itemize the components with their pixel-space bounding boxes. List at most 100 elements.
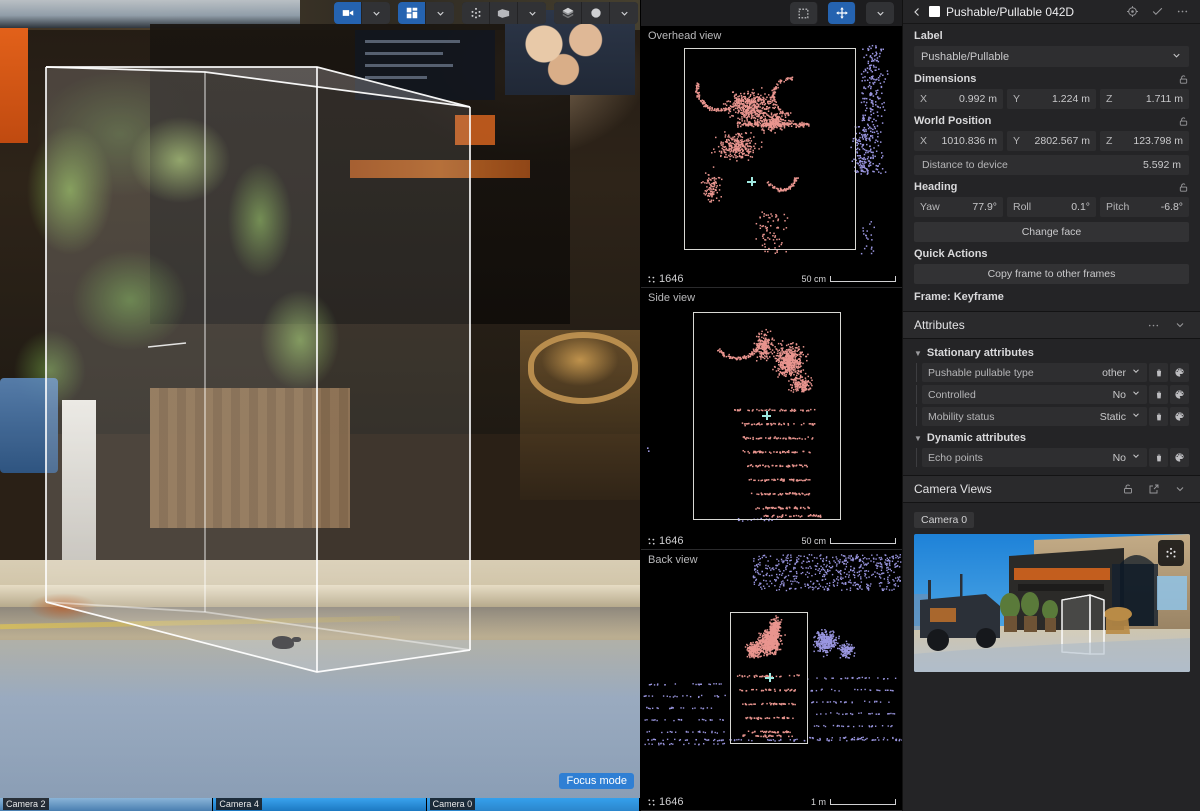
- dimensions-section: Dimensions X 0.992 m Y 1.224 m Z 1.711 m: [903, 67, 1200, 109]
- attributes-section-header[interactable]: Attributes: [903, 312, 1200, 338]
- filmstrip-item[interactable]: Camera 4: [213, 798, 427, 811]
- chevron-down-icon[interactable]: [1171, 319, 1189, 331]
- geometry-tool-group[interactable]: [462, 2, 546, 24]
- points-icon[interactable]: [1158, 540, 1184, 566]
- camera-views-section-header[interactable]: Camera Views: [903, 476, 1200, 502]
- attribute-mobility-status[interactable]: Mobility status Static: [922, 407, 1147, 426]
- camera-filmstrip[interactable]: Camera 2 Camera 4 Camera 0: [0, 798, 640, 811]
- world-position-y-field[interactable]: Y 2802.567 m: [1007, 131, 1096, 151]
- layout-tool-group[interactable]: [398, 2, 454, 24]
- object-color-swatch: [929, 6, 940, 17]
- label-value: Pushable/Pullable: [921, 50, 1010, 63]
- palette-icon[interactable]: [1170, 407, 1189, 426]
- caret-down-icon: ▼: [914, 348, 922, 358]
- palette-icon[interactable]: [1170, 385, 1189, 404]
- page-title: Pushable/Pullable 042D: [946, 4, 1075, 19]
- trash-icon[interactable]: [1149, 448, 1168, 467]
- yaw-field[interactable]: Yaw 77.9°: [914, 197, 1003, 217]
- dynamic-attributes-title[interactable]: ▼ Dynamic attributes: [914, 429, 1189, 448]
- filmstrip-item[interactable]: Camera 0: [426, 798, 640, 811]
- frame-status-text: Frame: Keyframe: [914, 291, 1004, 303]
- dimension-z-field[interactable]: Z 1.711 m: [1100, 89, 1189, 109]
- back-point-count: 1646: [647, 796, 683, 808]
- trash-icon[interactable]: [1149, 407, 1168, 426]
- grid-layout-dropdown-button[interactable]: [426, 2, 454, 24]
- trash-icon[interactable]: [1149, 385, 1168, 404]
- chevron-down-icon[interactable]: [1171, 483, 1189, 495]
- world-position-z-field[interactable]: Z 123.798 m: [1100, 131, 1189, 151]
- chevron-down-icon: [1131, 451, 1141, 464]
- camera-0-thumbnail[interactable]: [914, 534, 1190, 672]
- attribute-echo-points[interactable]: Echo points No: [922, 448, 1147, 467]
- point-cloud-toolbar[interactable]: [641, 0, 902, 26]
- stationary-attributes-group: ▼ Stationary attributes Pushable pullabl…: [903, 339, 1200, 467]
- viewport-toolbar[interactable]: [334, 2, 640, 24]
- side-view-panel[interactable]: Side view 1646 50 cm: [641, 288, 902, 550]
- camera-0-chip[interactable]: Camera 0: [914, 512, 975, 528]
- dimension-y-field[interactable]: Y 1.224 m: [1007, 89, 1096, 109]
- point-cloud-button[interactable]: [462, 2, 490, 24]
- attribute-row[interactable]: Controlled No: [914, 385, 1189, 404]
- sphere-button[interactable]: [582, 2, 610, 24]
- distance-to-device-field: Distance to device 5.592 m: [914, 155, 1189, 175]
- view-options-dropdown[interactable]: [866, 2, 894, 24]
- overhead-point-count: 1646: [647, 273, 683, 285]
- change-face-button[interactable]: Change face: [914, 222, 1189, 242]
- move-tool-button[interactable]: [828, 2, 856, 24]
- camera-dropdown-button[interactable]: [362, 2, 390, 24]
- camera-tool-group[interactable]: [334, 2, 390, 24]
- quick-actions-section: Quick Actions Copy frame to other frames: [903, 242, 1200, 284]
- grid-layout-button[interactable]: [398, 2, 426, 24]
- select-region-button[interactable]: [790, 2, 818, 24]
- point-cloud-column: Overhead view 1646 50 cm Side view 1646 …: [640, 0, 902, 811]
- label-section-title: Label: [914, 30, 943, 42]
- camera-view-button[interactable]: [334, 2, 362, 24]
- attribute-controlled[interactable]: Controlled No: [922, 385, 1147, 404]
- lock-icon[interactable]: [1178, 182, 1189, 193]
- back-view-panel[interactable]: Back view 1646 1 m: [641, 550, 902, 811]
- overhead-view-panel[interactable]: Overhead view 1646 50 cm: [641, 26, 902, 288]
- pitch-field[interactable]: Pitch -6.8°: [1100, 197, 1189, 217]
- external-link-icon[interactable]: [1145, 483, 1163, 495]
- label-section: Label Pushable/Pullable: [903, 24, 1200, 67]
- dimension-x-field[interactable]: X 0.992 m: [914, 89, 1003, 109]
- trash-icon[interactable]: [1149, 363, 1168, 382]
- palette-icon[interactable]: [1170, 363, 1189, 382]
- attribute-row[interactable]: Pushable pullable type other: [914, 363, 1189, 382]
- chevron-left-icon[interactable]: [911, 6, 923, 18]
- attribute-row[interactable]: Echo points No: [914, 448, 1189, 467]
- back-view-footer: 1646 1 m: [641, 794, 902, 810]
- lock-icon[interactable]: [1178, 116, 1189, 127]
- dimensions-section-title: Dimensions: [914, 73, 1189, 85]
- display-tool-group[interactable]: [554, 2, 638, 24]
- lock-icon[interactable]: [1178, 74, 1189, 85]
- cuboid-button[interactable]: [490, 2, 518, 24]
- back-center-marker: [765, 673, 774, 682]
- lock-icon[interactable]: [1119, 483, 1137, 495]
- check-icon[interactable]: [1148, 5, 1167, 18]
- attribute-row[interactable]: Mobility status Static: [914, 407, 1189, 426]
- attribute-value: other: [1102, 366, 1126, 379]
- filmstrip-item[interactable]: Camera 2: [0, 798, 214, 811]
- label-select[interactable]: Pushable/Pullable: [914, 46, 1189, 67]
- ellipsis-icon[interactable]: [1173, 5, 1192, 18]
- roll-field[interactable]: Roll 0.1°: [1007, 197, 1096, 217]
- main-3d-viewport[interactable]: Focus mode Camera 2 Camera 4 Camera 0: [0, 0, 640, 811]
- panel-body: Label Pushable/Pullable Dimensions X 0.9…: [903, 24, 1200, 811]
- copy-frame-button[interactable]: Copy frame to other frames: [914, 264, 1189, 284]
- side-scale: 50 cm: [801, 536, 896, 546]
- side-center-marker: [762, 411, 771, 420]
- target-icon[interactable]: [1123, 5, 1142, 18]
- caret-down-icon: ▼: [914, 433, 922, 443]
- ellipsis-icon[interactable]: [1144, 319, 1163, 332]
- layers-button[interactable]: [554, 2, 582, 24]
- points-icon: [648, 798, 655, 806]
- attribute-pushable-pullable-type[interactable]: Pushable pullable type other: [922, 363, 1147, 382]
- world-position-x-field[interactable]: X 1010.836 m: [914, 131, 1003, 151]
- cuboid-dropdown-button[interactable]: [518, 2, 546, 24]
- stationary-attributes-title[interactable]: ▼ Stationary attributes: [914, 344, 1189, 363]
- palette-icon[interactable]: [1170, 448, 1189, 467]
- filmstrip-label: Camera 4: [216, 798, 262, 810]
- sphere-dropdown-button[interactable]: [610, 2, 638, 24]
- focus-mode-badge[interactable]: Focus mode: [559, 773, 634, 789]
